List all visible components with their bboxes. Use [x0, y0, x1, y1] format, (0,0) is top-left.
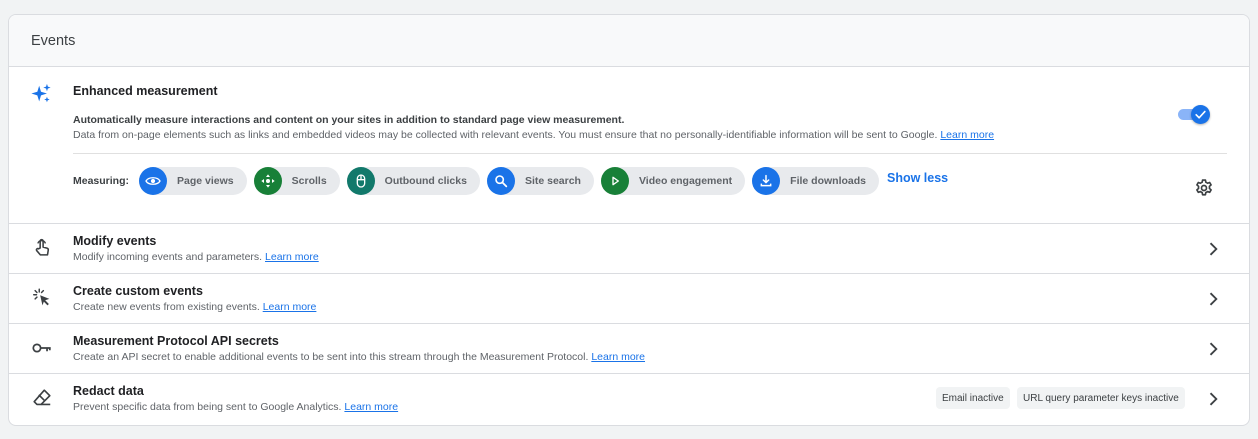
chip-label: Site search — [524, 175, 581, 187]
redact-data-row[interactable]: Redact data Prevent specific data from b… — [9, 374, 1249, 424]
enhanced-measurement-toggle[interactable] — [1176, 104, 1210, 124]
row-title: Measurement Protocol API secrets — [73, 334, 279, 348]
measurement-protocol-secrets-row[interactable]: Measurement Protocol API secrets Create … — [9, 324, 1249, 374]
row-description: Modify incoming events and parameters. L… — [73, 251, 319, 263]
learn-more-link[interactable]: Learn more — [263, 301, 317, 313]
chevron-right-icon — [1209, 292, 1218, 306]
enhanced-measurement-section: Enhanced measurement Automatically measu… — [9, 67, 1249, 224]
chip-outbound-clicks[interactable]: Outbound clicks — [346, 167, 480, 195]
chevron-right-icon — [1209, 342, 1218, 356]
email-status-badge: Email inactive — [936, 387, 1010, 409]
events-card: Events Enhanced measurement Automaticall… — [8, 14, 1250, 426]
chip-label: Scrolls — [291, 175, 327, 187]
sparkle-icon — [31, 83, 51, 103]
row-description: Create new events from existing events. … — [73, 301, 316, 313]
note-text: Data from on-page elements such as links… — [73, 129, 938, 141]
chip-file-downloads[interactable]: File downloads — [752, 167, 879, 195]
search-icon — [486, 167, 515, 195]
chip-label: Outbound clicks — [384, 175, 467, 187]
gear-icon[interactable] — [1194, 178, 1214, 198]
measuring-label: Measuring: — [73, 175, 130, 187]
chip-label: Video engagement — [638, 175, 733, 187]
eye-icon — [139, 167, 168, 195]
learn-more-link[interactable]: Learn more — [940, 129, 994, 141]
description-text: Create new events from existing events. — [73, 301, 260, 313]
description-text: Prevent specific data from being sent to… — [73, 401, 342, 413]
chip-page-views[interactable]: Page views — [139, 167, 247, 195]
show-less-link[interactable]: Show less — [887, 171, 948, 185]
learn-more-link[interactable]: Learn more — [265, 251, 319, 263]
modify-events-row[interactable]: Modify events Modify incoming events and… — [9, 224, 1249, 274]
touch-hand-icon — [35, 238, 50, 256]
row-title: Redact data — [73, 384, 144, 398]
chip-scrolls[interactable]: Scrolls — [253, 167, 340, 195]
measuring-row: Measuring: Page views Scrolls Outbound c… — [73, 166, 948, 196]
play-icon — [600, 167, 629, 195]
key-icon — [32, 343, 51, 353]
row-title: Create custom events — [73, 284, 203, 298]
learn-more-link[interactable]: Learn more — [344, 401, 398, 413]
check-icon — [1195, 110, 1206, 119]
card-header: Events — [9, 15, 1249, 67]
description-text: Modify incoming events and parameters. — [73, 251, 263, 263]
enhanced-measurement-note: Data from on-page elements such as links… — [73, 129, 994, 141]
enhanced-measurement-title: Enhanced measurement — [73, 84, 218, 98]
card-title: Events — [31, 32, 76, 49]
chip-site-search[interactable]: Site search — [486, 167, 594, 195]
chip-label: Page views — [177, 175, 234, 187]
scroll-crosshair-icon — [253, 167, 282, 195]
enhanced-measurement-description: Automatically measure interactions and c… — [73, 114, 625, 126]
create-custom-events-row[interactable]: Create custom events Create new events f… — [9, 274, 1249, 324]
eraser-icon — [33, 389, 51, 406]
url-query-status-badge: URL query parameter keys inactive — [1017, 387, 1185, 409]
chevron-right-icon — [1209, 242, 1218, 256]
row-description: Prevent specific data from being sent to… — [73, 401, 398, 413]
learn-more-link[interactable]: Learn more — [591, 351, 645, 363]
description-text: Create an API secret to enable additiona… — [73, 351, 589, 363]
chip-label: File downloads — [790, 175, 866, 187]
click-sparkle-icon — [33, 288, 50, 306]
row-title: Modify events — [73, 234, 157, 248]
chip-video-engagement[interactable]: Video engagement — [600, 167, 746, 195]
row-description: Create an API secret to enable additiona… — [73, 351, 645, 363]
download-icon — [752, 167, 781, 195]
divider — [73, 153, 1227, 154]
chevron-right-icon — [1209, 392, 1218, 406]
mouse-icon — [346, 167, 375, 195]
toggle-thumb — [1191, 105, 1210, 124]
